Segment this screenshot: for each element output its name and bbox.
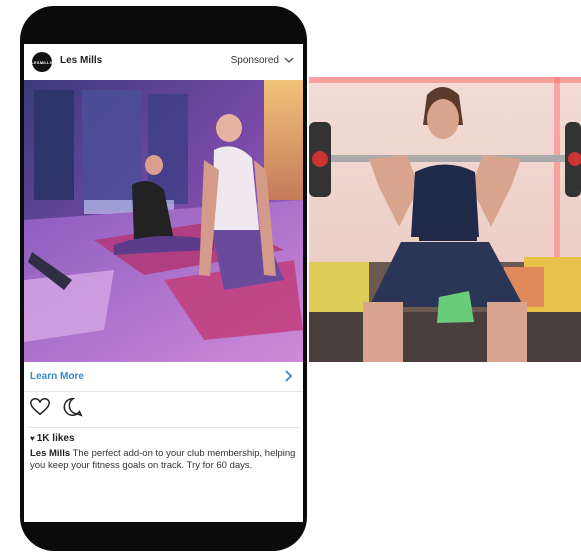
divider xyxy=(28,427,299,428)
avatar-logo-text: LESMILLS xyxy=(31,59,53,65)
ad-photo[interactable] xyxy=(24,80,303,362)
sponsored-label: Sponsored xyxy=(230,55,279,66)
post-header: LESMILLS Les Mills Sponsored xyxy=(24,44,303,80)
learn-more-bar[interactable]: Learn More xyxy=(24,362,303,392)
likes-text: 1K likes xyxy=(36,433,75,444)
likes-count[interactable]: ♥ 1K likes xyxy=(30,433,75,444)
avatar[interactable]: LESMILLS xyxy=(31,52,53,72)
phone-frame: LESMILLS Les Mills Sponsored Learn More … xyxy=(20,6,307,551)
action-row xyxy=(24,394,303,420)
caption-author[interactable]: Les Mills xyxy=(30,448,70,459)
heart-icon[interactable] xyxy=(29,396,51,418)
heart-small-icon: ♥ xyxy=(30,434,35,443)
side-photo xyxy=(309,77,581,362)
account-name[interactable]: Les Mills xyxy=(60,55,102,66)
learn-more-link[interactable]: Learn More xyxy=(30,371,84,382)
chevron-down-icon[interactable] xyxy=(283,54,295,66)
caption-text: The perfect add-on to your club membersh… xyxy=(30,448,296,471)
instagram-post: LESMILLS Les Mills Sponsored Learn More … xyxy=(24,44,303,522)
chevron-right-icon[interactable] xyxy=(281,369,295,383)
comment-icon[interactable] xyxy=(62,396,84,418)
post-caption: Les Mills The perfect add-on to your clu… xyxy=(30,448,296,472)
